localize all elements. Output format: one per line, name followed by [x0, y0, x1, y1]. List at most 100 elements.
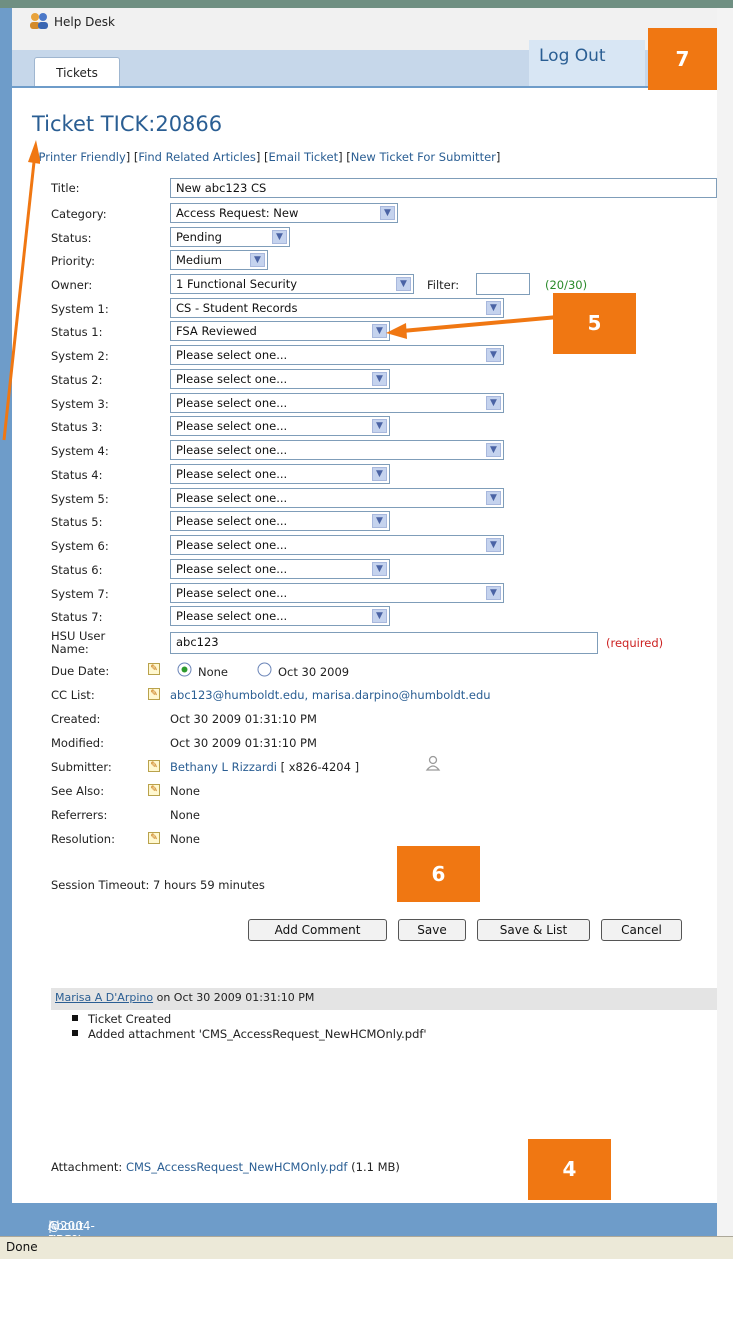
- annotation-badge-7: 7: [648, 28, 717, 90]
- edit-icon[interactable]: ✎: [148, 832, 160, 844]
- status-5-select[interactable]: Please select one... ▼: [170, 511, 390, 531]
- comment-author-link[interactable]: Marisa A D'Arpino: [51, 991, 153, 1004]
- comment-item: Ticket Created: [71, 1012, 172, 1026]
- status-7-select[interactable]: Please select one... ▼: [170, 606, 390, 626]
- status-5-label: Status 5:: [51, 515, 103, 529]
- status-2-label: Status 2:: [51, 373, 103, 387]
- priority-select[interactable]: Medium ▼: [170, 250, 268, 270]
- status-1-select[interactable]: FSA Reviewed ▼: [170, 321, 390, 341]
- edit-icon[interactable]: ✎: [148, 688, 160, 700]
- chevron-down-icon: ▼: [396, 277, 411, 291]
- status-4-value: Please select one...: [176, 467, 288, 481]
- system-7-label: System 7:: [51, 587, 109, 601]
- chevron-down-icon: ▼: [486, 538, 501, 552]
- attachment-row: Attachment: CMS_AccessRequest_NewHCMOnly…: [51, 1160, 400, 1174]
- comment-header: Marisa A D'Arpino on Oct 30 2009 01:31:1…: [51, 988, 717, 1010]
- help-desk-icon: [30, 13, 48, 29]
- status-5-value: Please select one...: [176, 514, 288, 528]
- right-frame-bar: [717, 8, 733, 1236]
- chevron-down-icon: ▼: [372, 372, 387, 386]
- filter-label: Filter:: [427, 278, 460, 292]
- chevron-down-icon: ▼: [486, 396, 501, 410]
- title-input[interactable]: New abc123 CS: [170, 178, 717, 198]
- required-note: (required): [606, 636, 664, 650]
- owner-filter-input[interactable]: [476, 273, 530, 295]
- resolution-label: Resolution:: [51, 832, 115, 846]
- status-6-label: Status 6:: [51, 563, 103, 577]
- owner-value: 1 Functional Security: [176, 277, 298, 291]
- cc-list-value[interactable]: abc123@humboldt.edu, marisa.darpino@humb…: [170, 688, 491, 702]
- submitter-label: Submitter:: [51, 760, 112, 774]
- ticket-action-links: [Printer Friendly] [Find Related Article…: [34, 150, 501, 164]
- tab-tickets[interactable]: Tickets: [34, 57, 120, 86]
- modified-label: Modified:: [51, 736, 104, 750]
- modified-value: Oct 30 2009 01:31:10 PM: [170, 736, 317, 750]
- add-comment-button[interactable]: Add Comment: [248, 919, 387, 941]
- browser-status-bar: Done: [0, 1236, 733, 1259]
- system-4-select[interactable]: Please select one... ▼: [170, 440, 504, 460]
- see-also-value: None: [170, 784, 201, 798]
- hsu-user-name-label: HSU User Name:: [51, 629, 106, 656]
- title-label: Title:: [51, 181, 80, 195]
- comment-timestamp: on Oct 30 2009 01:31:10 PM: [156, 991, 315, 1004]
- system-2-select[interactable]: Please select one... ▼: [170, 345, 504, 365]
- system-7-select[interactable]: Please select one... ▼: [170, 583, 504, 603]
- system-5-select[interactable]: Please select one... ▼: [170, 488, 504, 508]
- printer-friendly-link[interactable]: Printer Friendly: [39, 150, 126, 164]
- new-ticket-for-submitter-link[interactable]: New Ticket For Submitter: [351, 150, 496, 164]
- logout-link[interactable]: Log Out: [539, 46, 606, 66]
- logout-area: Log Out: [529, 40, 645, 86]
- due-date-label: Due Date:: [51, 664, 110, 678]
- status-2-select[interactable]: Please select one... ▼: [170, 369, 390, 389]
- system-6-label: System 6:: [51, 539, 109, 553]
- status-1-value: FSA Reviewed: [176, 324, 257, 338]
- radio-selected-icon[interactable]: [177, 662, 192, 677]
- attachment-label: Attachment:: [51, 1160, 123, 1174]
- status-select[interactable]: Pending ▼: [170, 227, 290, 247]
- email-ticket-link[interactable]: Email Ticket: [269, 150, 339, 164]
- submitter-link[interactable]: Bethany L Rizzardi: [170, 760, 277, 774]
- system-6-select[interactable]: Please select one... ▼: [170, 535, 504, 555]
- hsu-user-name-input[interactable]: abc123: [170, 632, 598, 654]
- cc-list-label: CC List:: [51, 688, 95, 702]
- status-6-value: Please select one...: [176, 562, 288, 576]
- status-text: Done: [6, 1240, 38, 1254]
- due-date-option: Oct 30 2009: [278, 665, 350, 679]
- edit-icon[interactable]: ✎: [148, 784, 160, 796]
- referrers-label: Referrers:: [51, 808, 108, 822]
- session-timeout: Session Timeout: 7 hours 59 minutes: [51, 878, 265, 892]
- status-3-select[interactable]: Please select one... ▼: [170, 416, 390, 436]
- status-1-label: Status 1:: [51, 325, 103, 339]
- chevron-down-icon: ▼: [486, 348, 501, 362]
- status-4-select[interactable]: Please select one... ▼: [170, 464, 390, 484]
- status-7-label: Status 7:: [51, 610, 103, 624]
- system-3-select[interactable]: Please select one... ▼: [170, 393, 504, 413]
- system-3-value: Please select one...: [176, 396, 288, 410]
- attachment-link[interactable]: CMS_AccessRequest_NewHCMOnly.pdf: [126, 1160, 348, 1174]
- system-1-value: CS - Student Records: [176, 301, 298, 315]
- status-6-select[interactable]: Please select one... ▼: [170, 559, 390, 579]
- system-5-label: System 5:: [51, 492, 109, 506]
- app-title: Help Desk: [54, 15, 115, 29]
- chevron-down-icon: ▼: [272, 230, 287, 244]
- user-lookup-icon[interactable]: [425, 755, 441, 771]
- resolution-value: None: [170, 832, 201, 846]
- find-related-articles-link[interactable]: Find Related Articles: [138, 150, 255, 164]
- cancel-button[interactable]: Cancel: [601, 919, 682, 941]
- annotation-arrow-to-status-1: [386, 315, 559, 339]
- category-select[interactable]: Access Request: New ▼: [170, 203, 398, 223]
- annotation-arrow-to-title: [2, 140, 40, 441]
- owner-select[interactable]: 1 Functional Security ▼: [170, 274, 414, 294]
- status-2-value: Please select one...: [176, 372, 288, 386]
- system-7-value: Please select one...: [176, 586, 288, 600]
- save-button[interactable]: Save: [398, 919, 466, 941]
- chevron-down-icon: ▼: [250, 253, 265, 267]
- edit-icon[interactable]: ✎: [148, 663, 160, 675]
- edit-icon[interactable]: ✎: [148, 760, 160, 772]
- owner-count: (20/30): [545, 278, 588, 292]
- status-7-value: Please select one...: [176, 609, 288, 623]
- radio-unselected-icon[interactable]: [257, 662, 272, 677]
- save-and-list-button[interactable]: Save & List: [477, 919, 590, 941]
- priority-label: Priority:: [51, 254, 95, 268]
- submitter-extension: [ x826-4204 ]: [280, 760, 360, 774]
